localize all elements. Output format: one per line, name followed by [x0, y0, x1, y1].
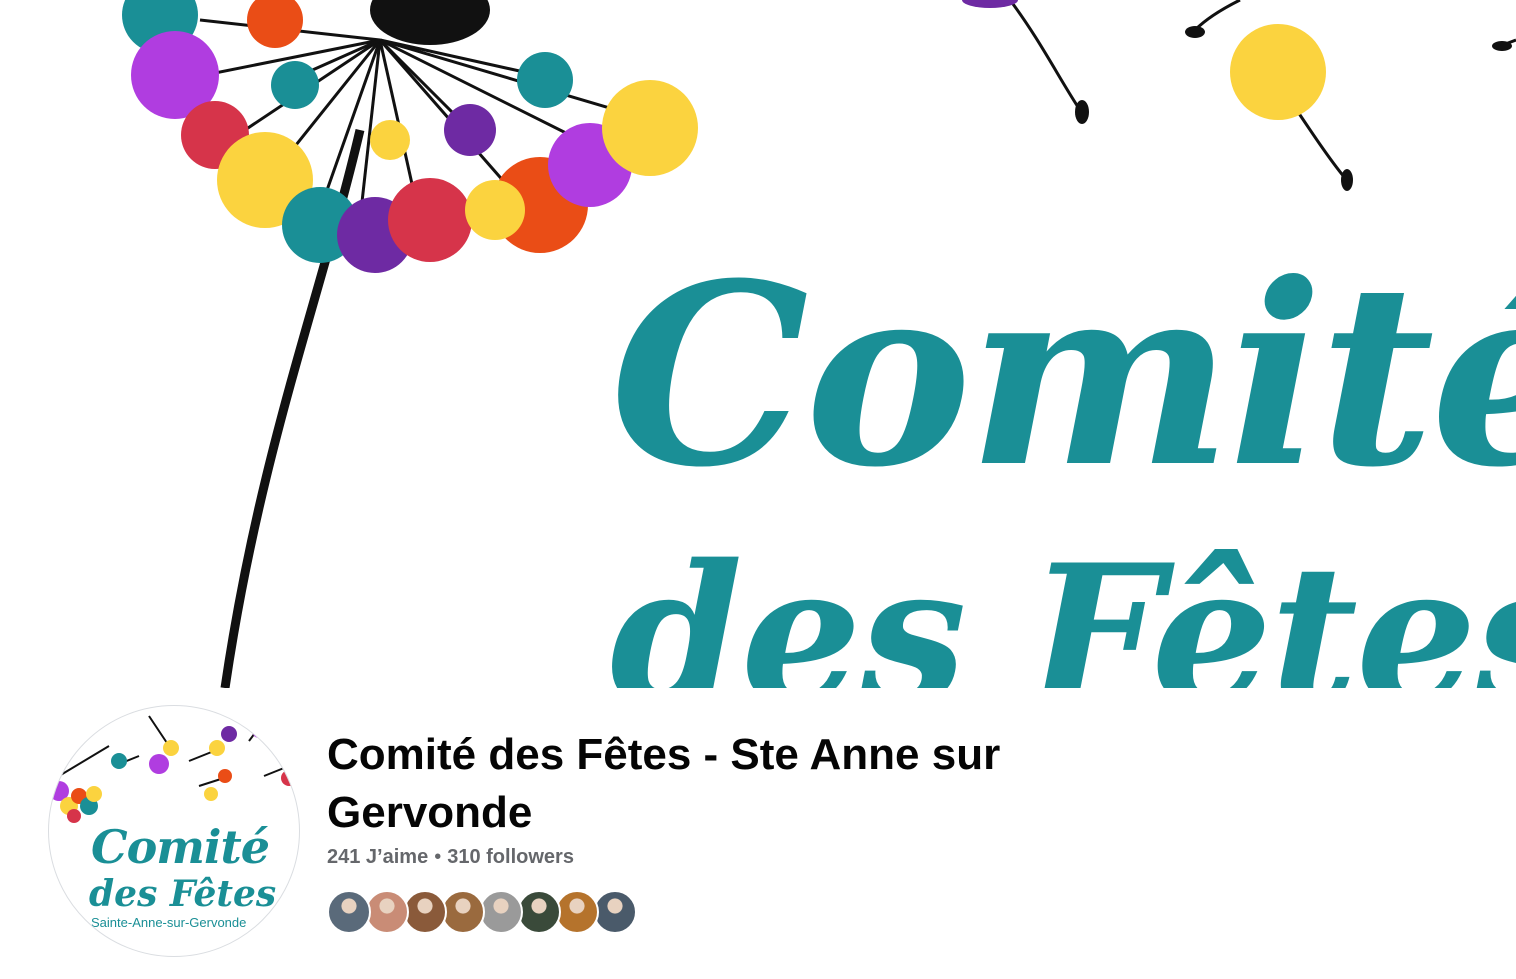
- follower-avatar[interactable]: [555, 890, 599, 934]
- follower-avatar[interactable]: [517, 890, 561, 934]
- follower-avatar[interactable]: [403, 890, 447, 934]
- followers-link[interactable]: 310 followers: [447, 846, 574, 868]
- profile-logo-line2: des Fêtes: [89, 873, 277, 915]
- cover-title-line1: Comité: [610, 228, 1516, 522]
- likes-link[interactable]: 241 J’aime: [327, 846, 428, 868]
- cover-title-line2: des Fêtes: [610, 523, 1516, 689]
- follower-avatar[interactable]: [479, 890, 523, 934]
- page-title: Comité des Fêtes - Ste Anne sur Gervonde: [327, 730, 1001, 837]
- follower-avatar[interactable]: [327, 890, 371, 934]
- profile-logo-line3: Sainte-Anne-sur-Gervonde: [91, 915, 247, 930]
- follower-avatar[interactable]: [593, 890, 637, 934]
- follower-avatar[interactable]: [365, 890, 409, 934]
- follower-avatar[interactable]: [441, 890, 485, 934]
- separator-dot: •: [434, 846, 442, 868]
- page-stats: 241 J’aime • 310 followers: [327, 846, 574, 869]
- follower-avatars: [327, 890, 637, 940]
- cover-photo[interactable]: Comité des Fêtes: [0, 0, 1516, 688]
- profile-logo-line1: Comité: [91, 820, 270, 874]
- profile-picture[interactable]: Comité des Fêtes Sainte-Anne-sur-Gervond…: [48, 705, 300, 957]
